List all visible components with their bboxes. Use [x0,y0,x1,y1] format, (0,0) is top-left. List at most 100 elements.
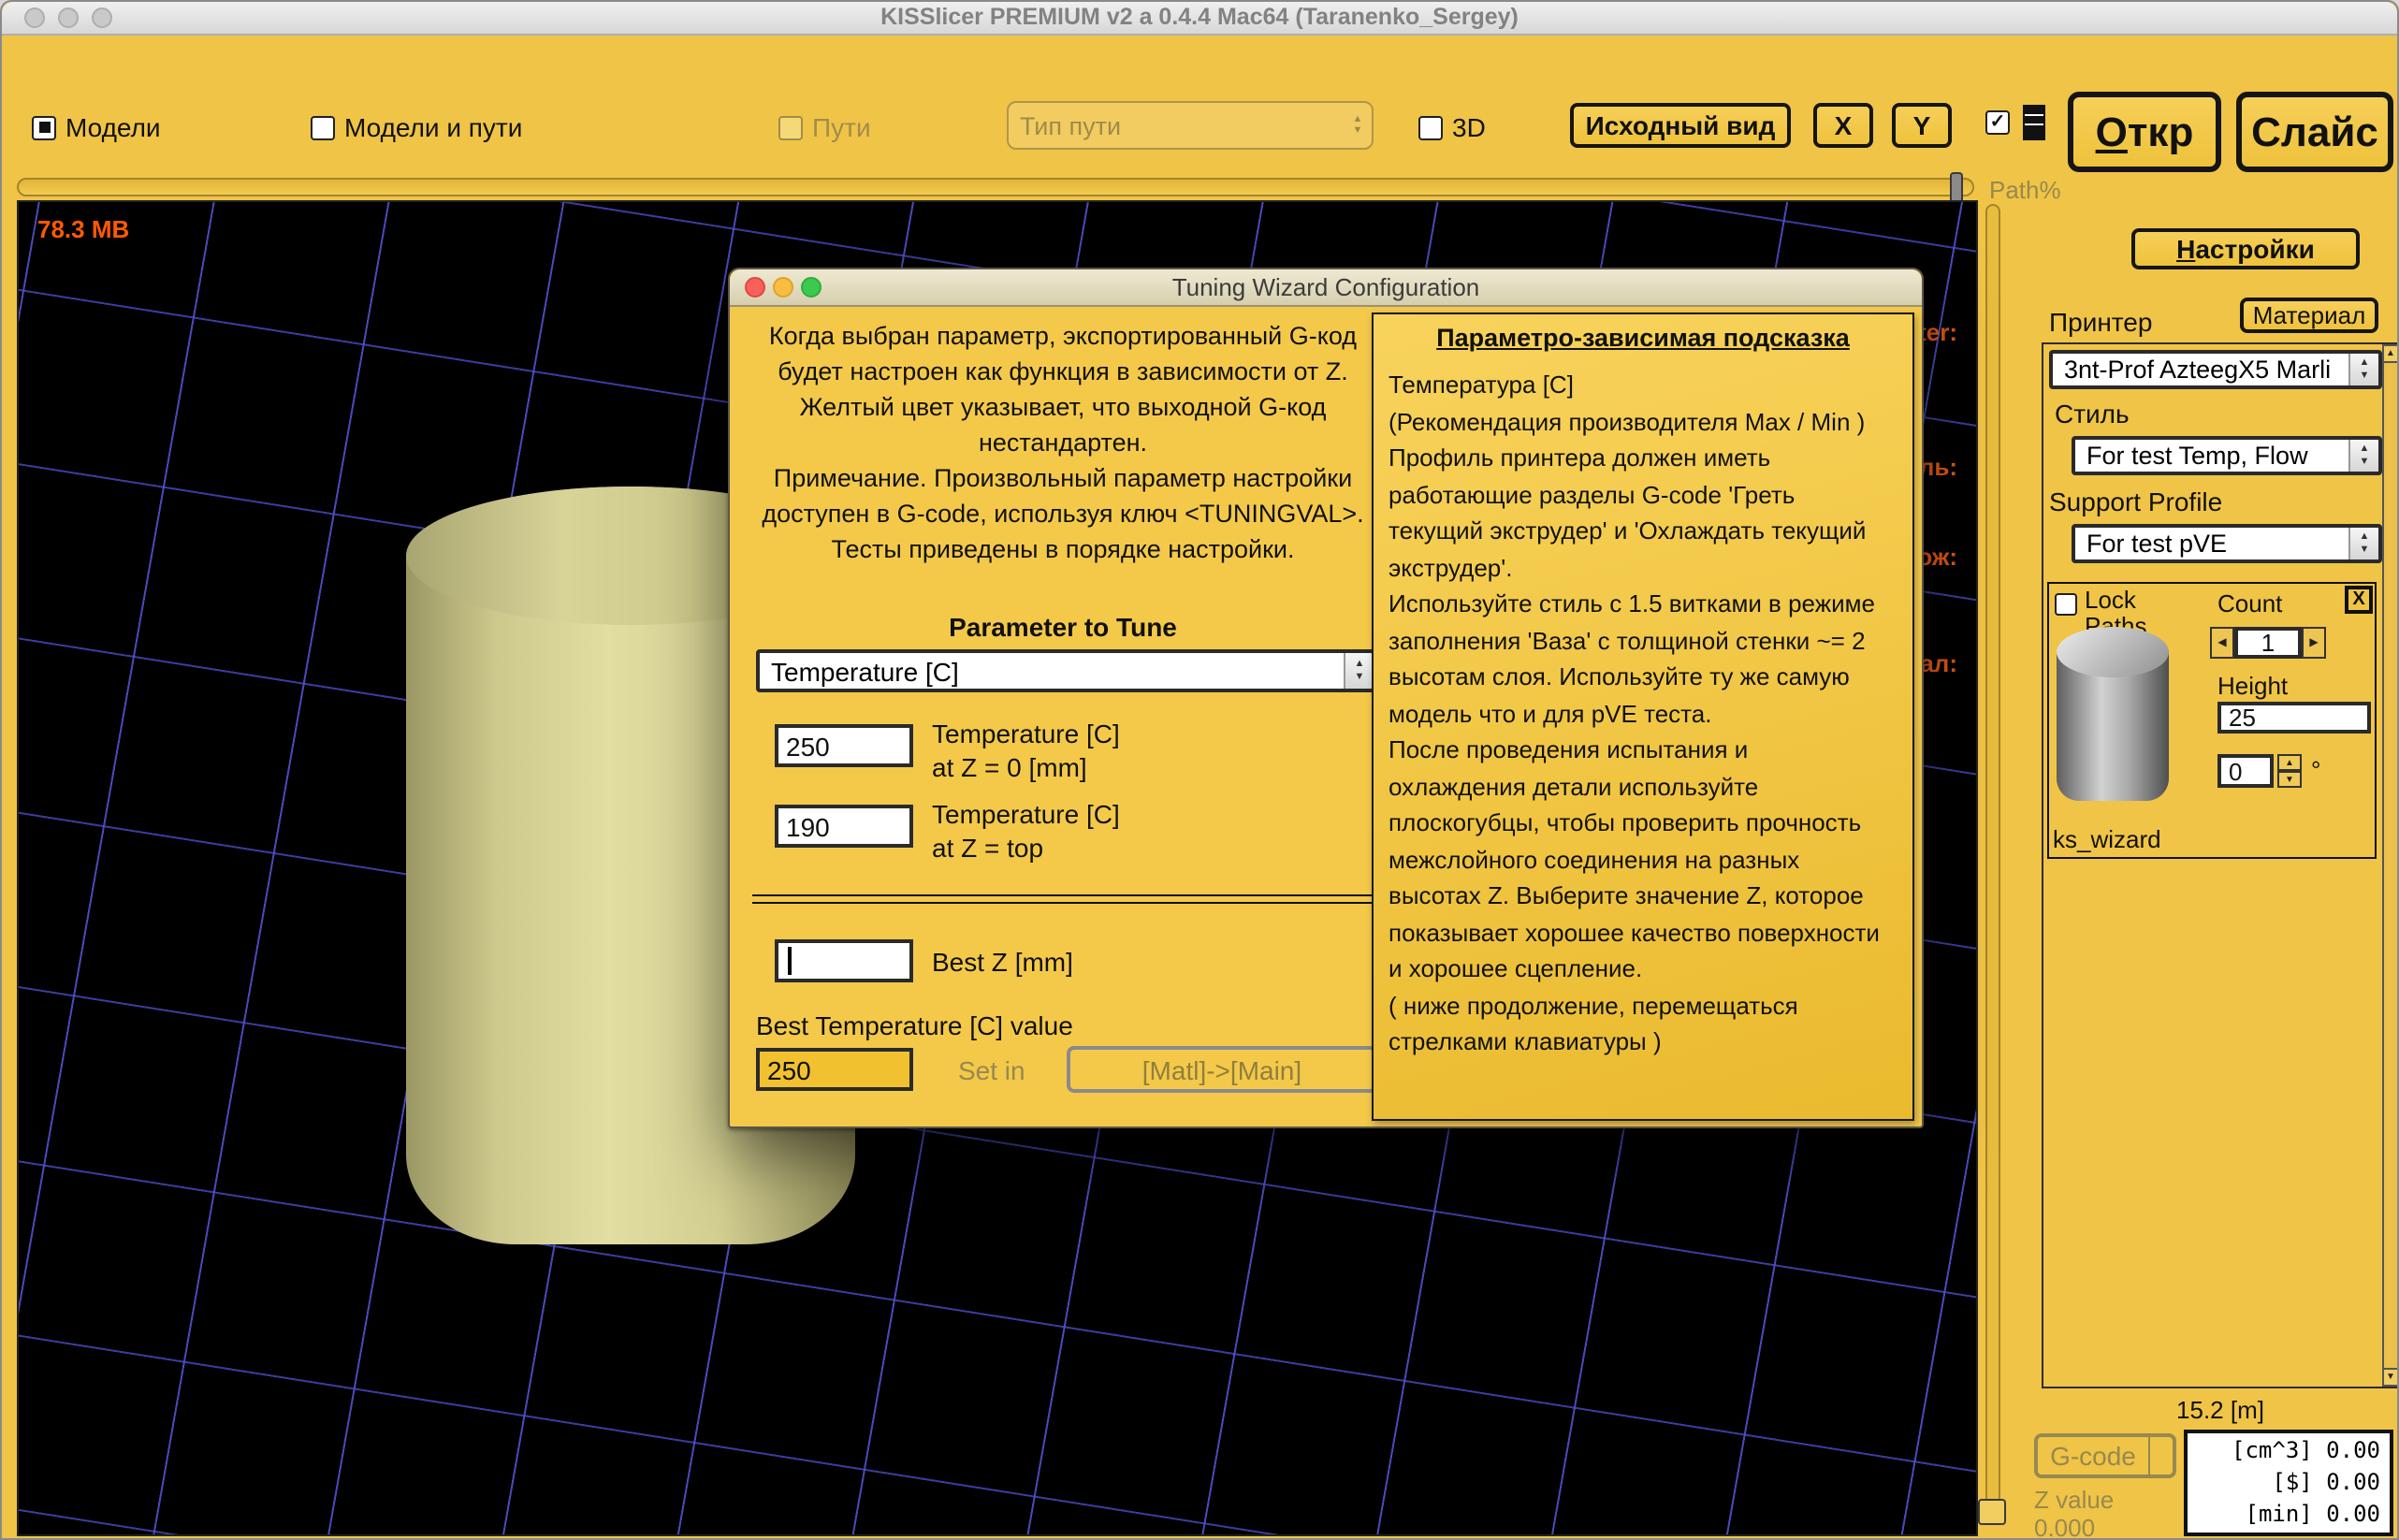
support-profile-label: Support Profile [2049,487,2222,516]
dialog-titlebar[interactable]: Tuning Wizard Configuration [730,269,1922,307]
count-field[interactable]: 1 [2234,627,2302,659]
models-radio[interactable]: Модели [32,112,161,142]
parameter-stepper-icon: ▲▼ [1344,653,1374,689]
paths-box [778,115,803,139]
matl-main-button[interactable]: [Matl]->[Main] [1067,1046,1377,1093]
z-value-label: Z value [2034,1486,2114,1514]
angle-field[interactable]: 0 [2217,754,2274,788]
slice-button[interactable]: Слайс [2236,92,2393,172]
3d-box [1418,115,1443,139]
angle-spinner[interactable]: ▲ ▼ [2277,754,2302,788]
thumbnail-cylinder-top [2057,627,2169,677]
dialog-title: Tuning Wizard Configuration [730,269,1922,305]
height-field[interactable]: 25 [2217,702,2371,734]
gcode-divider [2148,1437,2173,1475]
window-zoom-button[interactable] [92,7,112,28]
text-cursor [788,947,791,975]
slice-label: Слайс [2251,108,2378,156]
up-arrow-icon: ▲ [1355,659,1365,671]
style-value: For test Temp, Flow [2075,440,2348,472]
printer-label: Принтер [2049,307,2152,337]
material-label: Материал [2253,301,2366,329]
open-button[interactable]: Откр [2068,92,2221,172]
degree-label: ° [2311,756,2320,784]
temp-at-z0-label: Temperature [C] at Z = 0 [mm] [932,717,1120,784]
path-percent-slider[interactable] [17,178,1974,196]
window-minimize-button[interactable] [58,7,79,28]
style-label: Стиль [2055,399,2130,429]
temp-at-z0-field[interactable]: 250 [775,724,913,767]
matl-main-label: [Matl]->[Main] [1142,1054,1301,1084]
best-z-field[interactable] [775,939,913,982]
3d-checkbox[interactable]: 3D [1418,112,1486,142]
close-icon: X [2352,589,2364,610]
down-arrow-icon: ▼ [1355,671,1365,683]
print-stats: [cm^3] 0.00 [$] 0.00 [min] 0.00 [2184,1430,2393,1536]
printer-select[interactable]: 3nt-Prof AzteegX5 Marli ▲▼ [2049,350,2382,389]
settings-label-accel: Н [2176,234,2195,264]
stat-time: [min] 0.00 [2197,1499,2380,1531]
count-decrement-button[interactable]: ◀ [2210,627,2234,659]
path-type-select[interactable]: Тип пути ▲▼ [1007,101,1374,150]
down-arrow-icon: ▼ [2360,456,2370,468]
scroll-up-icon[interactable]: ▲ [2382,344,2399,363]
gcode-button[interactable]: G-code [2034,1433,2176,1478]
lock-paths-checkbox[interactable] [2055,593,2077,616]
show-paths-checkbox[interactable]: ✓ [1985,110,2010,135]
open-label-accel: О [2096,108,2128,156]
down-arrow-icon[interactable]: ▼ [2277,771,2302,788]
window-close-button[interactable] [24,7,45,28]
best-temperature-field[interactable]: 250 [756,1048,913,1091]
count-value: 1 [2261,629,2275,657]
filament-length-label: 15.2 [m] [2042,1396,2399,1424]
model-thumbnail[interactable] [2053,627,2173,810]
models-radio-label: Модели [65,112,161,142]
models-radio-dot-icon [38,122,50,133]
y-axis-label: Y [1913,110,1931,140]
lock-paths-box [2055,593,2077,616]
dialog-close-button[interactable] [745,277,765,298]
remove-model-button[interactable]: X [2345,586,2373,614]
paths-label: Пути [812,112,871,142]
set-in-label: Set in [958,1055,1025,1085]
temp-at-top-field[interactable]: 190 [775,805,913,848]
y-axis-button[interactable]: Y [1892,103,1952,148]
support-stepper-icon: ▲▼ [2348,528,2378,559]
x-axis-button[interactable]: X [1813,103,1873,148]
3d-label: 3D [1452,112,1486,142]
z-preview-slider[interactable] [1985,204,2000,1525]
up-arrow-icon[interactable]: ▲ [2277,754,2302,771]
parameter-select[interactable]: Temperature [C] ▲▼ [756,649,1377,692]
check-icon: ✓ [1990,113,2006,132]
settings-button[interactable]: Настройки [2131,228,2360,269]
paths-checkbox[interactable]: Пути [778,112,871,142]
clipped-stat-label: ль: [1919,453,1957,481]
dialog-zoom-button[interactable] [801,277,821,298]
parameter-value: Temperature [C] [760,653,1344,689]
home-view-button[interactable]: Исходный вид [1570,103,1791,148]
printer-value: 3nt-Prof AzteegX5 Marli [2053,354,2348,385]
models-and-paths-checkbox[interactable]: Модели и пути [311,112,522,142]
up-arrow-icon: ▲ [2360,443,2370,456]
scroll-down-icon[interactable]: ▼ [2382,1368,2399,1387]
z-preview-slider-handle[interactable] [1978,1499,2006,1525]
down-arrow-icon: ▼ [1353,125,1363,138]
section-divider [752,894,1377,904]
hint-text: Температура [C] (Рекомендация производит… [1389,367,1901,1060]
hint-panel: Параметро-зависимая подсказка Температур… [1372,312,1914,1121]
stat-cost: [$] 0.00 [2197,1467,2380,1499]
support-profile-select[interactable]: For test pVE ▲▼ [2072,524,2382,563]
dialog-minimize-button[interactable] [773,277,793,298]
settings-label-rest: астройки [2195,234,2315,264]
path-percent-label: Path% [1989,176,2061,204]
best-temperature-label: Best Temperature [C] value [756,1010,1073,1040]
path-type-value: Тип пути [1009,103,1344,148]
support-profile-value: For test pVE [2075,528,2348,559]
profiles-scrollbar[interactable]: ▲ ▼ [2382,344,2399,1387]
style-select[interactable]: For test Temp, Flow ▲▼ [2072,436,2382,475]
hint-heading: Параметро-зависимая подсказка [1374,324,1912,352]
gcode-label: G-code [2038,1441,2148,1471]
down-arrow-icon: ▼ [2360,544,2370,556]
count-increment-button[interactable]: ▶ [2302,627,2326,659]
material-button[interactable]: Материал [2240,298,2378,333]
